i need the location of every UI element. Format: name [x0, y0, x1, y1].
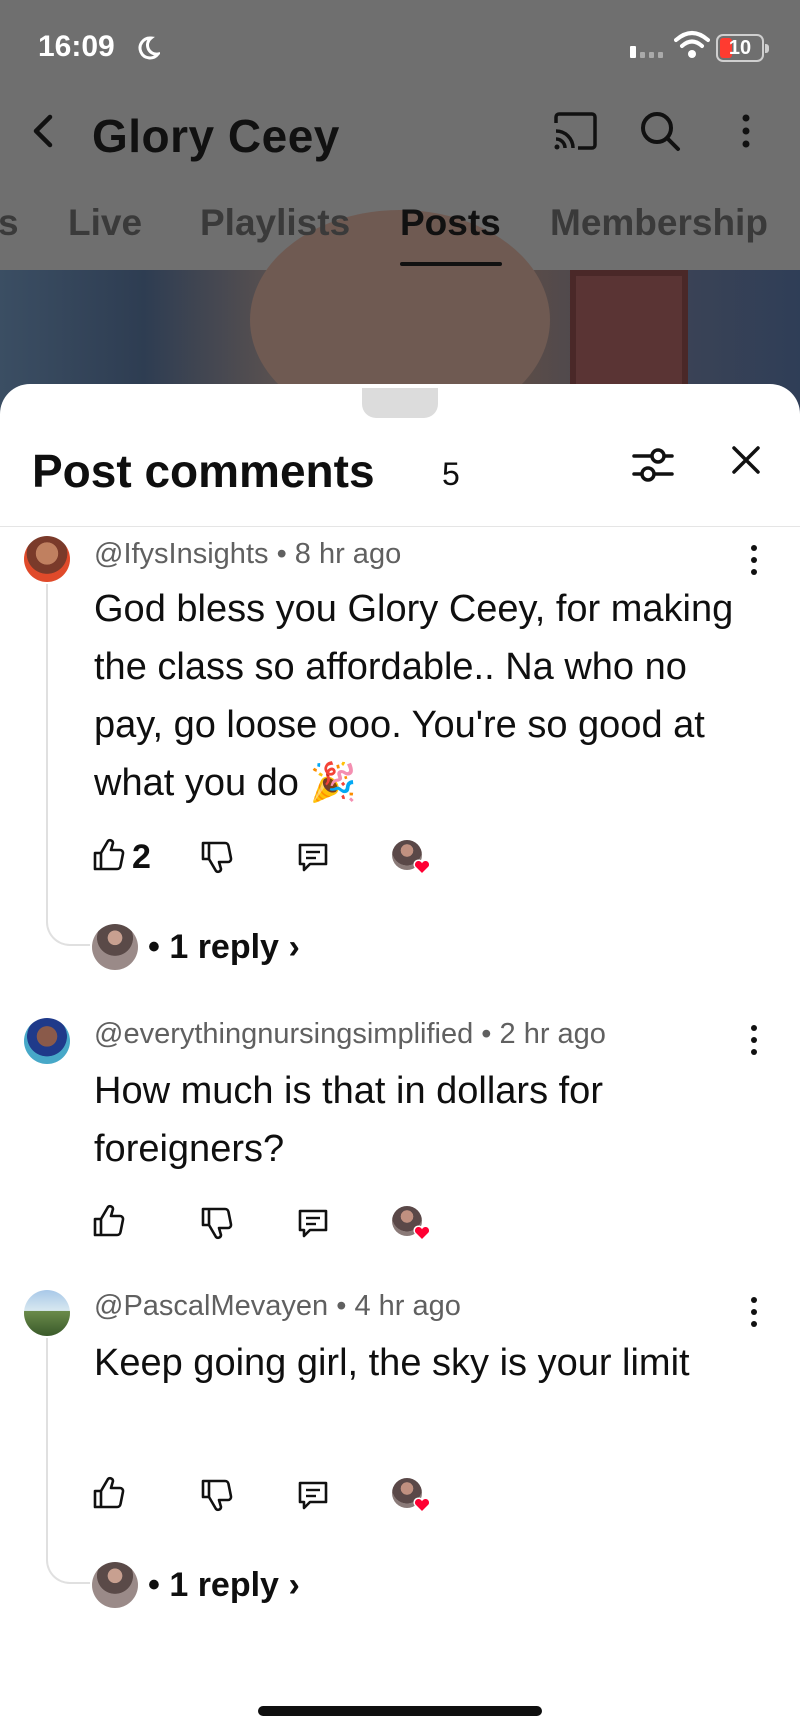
- status-bar: 16:09 10: [0, 0, 800, 95]
- header-divider: [0, 526, 800, 527]
- reply-count-label: • 1 reply: [148, 1566, 279, 1604]
- comment-text: Keep going girl, the sky is your limit: [94, 1342, 690, 1384]
- tab-partial[interactable]: s: [0, 202, 19, 244]
- thread-line: [46, 1338, 90, 1584]
- comment-age: 8 hr ago: [294, 538, 402, 570]
- battery-indicator: 10: [716, 34, 769, 62]
- reply-avatar: [92, 924, 138, 970]
- chevron-right-icon: ›: [288, 928, 300, 966]
- heart-icon: [413, 1497, 431, 1514]
- sheet-title: Post comments: [32, 445, 375, 497]
- channel-tabs: s Live Playlists Posts Membership: [0, 190, 800, 270]
- more-options-icon[interactable]: [734, 109, 758, 153]
- comment-age: 2 hr ago: [499, 1018, 606, 1050]
- like-count: 2: [132, 838, 151, 876]
- comment-count: 5: [442, 456, 460, 492]
- comment-meta: @PascalMevayen • 4 hr ago: [94, 1290, 461, 1323]
- battery-cap: [765, 44, 769, 53]
- cellular-signal-icon: [630, 46, 663, 58]
- comment-author[interactable]: @everythingnursingsimplified: [94, 1018, 473, 1050]
- channel-title: Glory Ceey: [92, 110, 340, 162]
- sheet-drag-handle[interactable]: [362, 388, 438, 418]
- reply-icon[interactable]: [296, 1478, 330, 1512]
- reply-count-label: • 1 reply: [148, 928, 279, 966]
- battery-level: 10: [728, 37, 752, 59]
- heart-icon: [413, 859, 431, 876]
- sort-filter-icon[interactable]: [628, 440, 678, 490]
- channel-app-bar: Glory Ceey: [0, 95, 800, 175]
- like-icon[interactable]: [92, 838, 126, 872]
- like-icon[interactable]: [92, 1204, 126, 1238]
- tab-posts[interactable]: Posts: [400, 202, 501, 244]
- back-arrow-icon[interactable]: [22, 109, 66, 153]
- background-channel-page: 16:09 10 Glory Ceey s Live Playlists Pos…: [0, 0, 800, 440]
- comment-more-icon[interactable]: [742, 540, 766, 580]
- dislike-icon[interactable]: [200, 1478, 234, 1512]
- commenter-avatar[interactable]: [24, 536, 70, 582]
- meta-separator: •: [481, 1018, 500, 1050]
- cast-icon[interactable]: [552, 111, 598, 151]
- view-replies-link[interactable]: • 1 reply ›: [148, 1566, 300, 1605]
- comment-meta: @IfysInsights • 8 hr ago: [94, 538, 401, 571]
- search-icon[interactable]: [638, 109, 682, 153]
- moon-icon: [138, 36, 160, 60]
- commenter-avatar[interactable]: [24, 1018, 70, 1064]
- wifi-icon: [674, 31, 710, 58]
- background-frame: [570, 270, 688, 400]
- dislike-icon[interactable]: [200, 840, 234, 874]
- comment-text: God bless you Glory Ceey, for making the…: [94, 588, 734, 804]
- like-icon[interactable]: [92, 1476, 126, 1510]
- thread-line: [46, 584, 90, 946]
- tab-playlists[interactable]: Playlists: [200, 202, 350, 244]
- meta-separator: •: [336, 1290, 355, 1322]
- close-icon[interactable]: [726, 440, 766, 480]
- chevron-right-icon: ›: [288, 1566, 300, 1604]
- tab-membership[interactable]: Membership: [550, 202, 768, 244]
- reply-icon[interactable]: [296, 1206, 330, 1240]
- comment-author[interactable]: @PascalMevayen: [94, 1290, 328, 1322]
- comment-more-icon[interactable]: [742, 1020, 766, 1060]
- comment-more-icon[interactable]: [742, 1292, 766, 1332]
- comment-meta: @everythingnursingsimplified • 2 hr ago: [94, 1018, 606, 1051]
- dislike-icon[interactable]: [200, 1206, 234, 1240]
- home-indicator: [258, 1706, 542, 1716]
- view-replies-link[interactable]: • 1 reply ›: [148, 928, 300, 967]
- active-tab-indicator: [400, 262, 502, 266]
- meta-separator: •: [276, 538, 295, 570]
- comment-age: 4 hr ago: [354, 1290, 461, 1322]
- heart-icon: [413, 1225, 431, 1242]
- comment-text: How much is that in dollars for foreigne…: [94, 1070, 603, 1170]
- comment-author[interactable]: @IfysInsights: [94, 538, 269, 570]
- status-time: 16:09: [38, 30, 115, 63]
- tab-live[interactable]: Live: [68, 202, 142, 244]
- reply-icon[interactable]: [296, 840, 330, 874]
- commenter-avatar[interactable]: [24, 1290, 70, 1336]
- reply-avatar: [92, 1562, 138, 1608]
